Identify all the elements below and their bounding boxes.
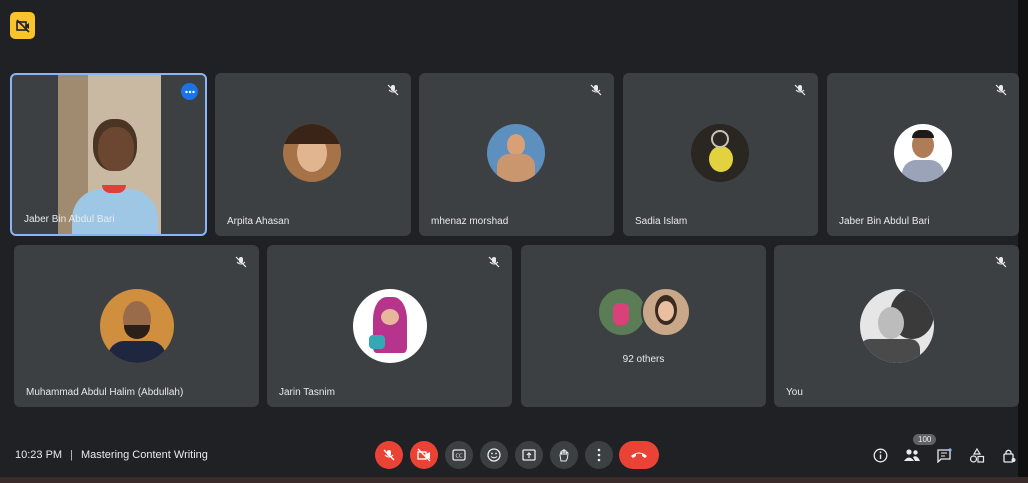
meeting-info: 10:23 PM | Mastering Content Writing	[15, 449, 208, 461]
others-count-label: 92 others	[622, 354, 665, 365]
app-logo-icon	[10, 12, 35, 39]
bottom-strip	[0, 477, 1028, 483]
chat-icon	[937, 447, 952, 463]
video-feed	[58, 75, 161, 234]
mic-off-icon	[590, 84, 602, 96]
svg-text:CC: CC	[456, 454, 463, 460]
leave-call-button[interactable]	[619, 441, 659, 469]
participant-tile-1[interactable]: Jaber Bin Abdul Bari	[10, 73, 207, 236]
raise-hand-icon	[559, 449, 569, 462]
avatar	[691, 124, 749, 182]
participant-name: Arpita Ahasan	[227, 216, 290, 227]
people-button[interactable]	[903, 446, 921, 464]
host-controls-button[interactable]	[1000, 446, 1018, 464]
participant-name: mhenaz morshad	[431, 216, 509, 227]
captions-icon: CC	[452, 449, 466, 461]
camera-off-icon	[417, 448, 431, 462]
mic-off-icon	[383, 449, 395, 461]
avatar	[487, 124, 545, 182]
avatar	[641, 287, 691, 337]
mic-off-icon	[387, 84, 399, 96]
mic-off-icon	[794, 84, 806, 96]
participant-name: Jarin Tasnim	[279, 387, 335, 398]
people-icon	[904, 449, 920, 461]
others-tile[interactable]: 92 others	[521, 245, 766, 407]
participant-name: Sadia Islam	[635, 216, 688, 227]
avatar	[353, 289, 427, 363]
present-icon	[522, 448, 536, 461]
mic-off-icon	[488, 256, 500, 268]
mic-off-icon	[995, 84, 1007, 96]
avatar	[100, 289, 174, 363]
participant-tile-3[interactable]: mhenaz morshad	[419, 73, 614, 236]
host-controls-icon	[1003, 449, 1016, 463]
captions-button[interactable]: CC	[445, 441, 473, 469]
participant-tile-5[interactable]: Jaber Bin Abdul Bari	[827, 73, 1019, 236]
avatar	[894, 124, 952, 182]
meeting-details-button[interactable]	[871, 446, 889, 464]
end-call-icon	[631, 452, 647, 458]
camera-toggle-button[interactable]	[410, 441, 438, 469]
participant-name: Muhammad Abdul Halim (Abdullah)	[26, 387, 184, 398]
participant-name: You	[786, 387, 803, 398]
more-options-icon[interactable]	[181, 83, 198, 100]
mic-off-icon	[995, 256, 1007, 268]
self-tile[interactable]: You	[774, 245, 1019, 407]
participant-tile-7[interactable]: Jarin Tasnim	[267, 245, 512, 407]
present-button[interactable]	[515, 441, 543, 469]
activities-button[interactable]	[968, 446, 986, 464]
reactions-button[interactable]	[480, 441, 508, 469]
participant-name: Jaber Bin Abdul Bari	[839, 216, 930, 227]
participant-tile-2[interactable]: Arpita Ahasan	[215, 73, 411, 236]
mic-toggle-button[interactable]	[375, 441, 403, 469]
activities-icon	[969, 447, 985, 463]
meeting-time: 10:23 PM	[15, 449, 63, 461]
avatar	[597, 287, 647, 337]
chat-button[interactable]	[935, 446, 953, 464]
participant-name: Jaber Bin Abdul Bari	[24, 214, 115, 225]
avatar	[860, 289, 934, 363]
participant-count-badge: 100	[913, 434, 937, 445]
participant-tile-4[interactable]: Sadia Islam	[623, 73, 818, 236]
raise-hand-button[interactable]	[550, 441, 578, 469]
meeting-title: Mastering Content Writing	[80, 449, 208, 461]
info-icon	[873, 448, 887, 462]
more-options-icon	[597, 448, 601, 462]
emoji-icon	[487, 448, 501, 462]
avatar	[283, 124, 341, 182]
participant-tile-6[interactable]: Muhammad Abdul Halim (Abdullah)	[14, 245, 259, 407]
mic-off-icon	[235, 256, 247, 268]
window-edge	[1018, 0, 1028, 483]
more-options-button[interactable]	[585, 441, 613, 469]
